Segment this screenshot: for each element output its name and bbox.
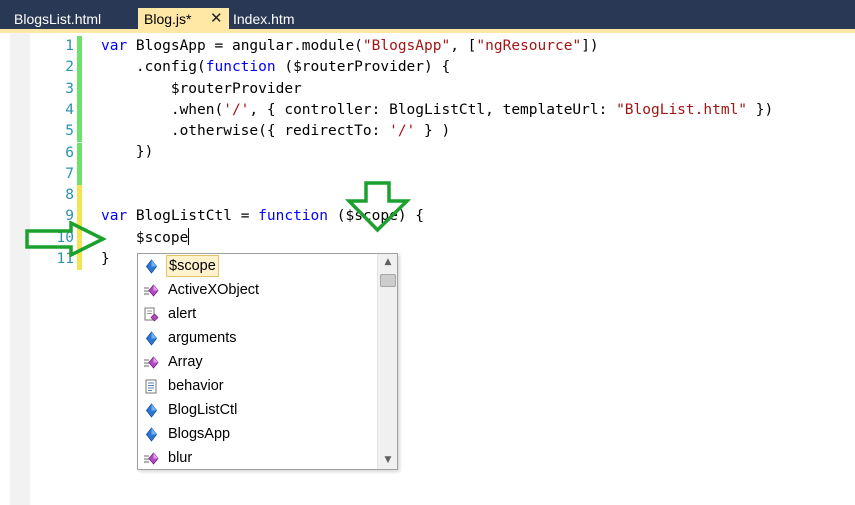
line-number: 3 <box>65 80 74 97</box>
completion-item[interactable]: arguments <box>138 326 378 350</box>
line-number: 8 <box>65 187 74 204</box>
scroll-down-icon[interactable]: ▼ <box>378 452 398 469</box>
tab-label: Index.htm <box>233 11 295 27</box>
string-token: '/' <box>223 101 250 118</box>
down-arrow-icon <box>345 181 411 233</box>
tab-blogslist-html[interactable]: BlogsList.html <box>8 8 107 30</box>
change-mark-saved <box>77 121 82 143</box>
property-icon <box>144 379 159 394</box>
scroll-up-icon[interactable]: ▲ <box>378 254 398 271</box>
code-editor[interactable]: 1 2 3 4 5 6 7 8 9 10 11 var BlogsApp = angular.mod… <box>0 33 855 505</box>
completion-item-label: alert <box>168 306 197 322</box>
change-mark-saved <box>77 57 82 79</box>
editor-margin <box>10 33 30 505</box>
line-number: 2 <box>65 59 74 76</box>
code-token: .otherwise({ redirectTo: <box>101 123 390 140</box>
string-token: "BlogsApp" <box>362 38 451 54</box>
code-area[interactable]: var BlogsApp = angular.module("BlogsApp"… <box>101 36 773 270</box>
change-mark-saved <box>77 163 82 186</box>
completion-item-label: BlogListCtl <box>168 402 238 418</box>
completion-item[interactable]: ActiveXObject <box>138 278 378 302</box>
code-token: ]) <box>581 38 599 54</box>
code-line: $scope <box>101 227 773 249</box>
string-token: "BlogList.html" <box>616 101 748 118</box>
code-token: } ) <box>415 123 451 140</box>
change-mark-saved <box>77 78 82 100</box>
method-icon <box>144 355 159 370</box>
completion-item-label: BlogsApp <box>168 426 231 442</box>
line-number: 6 <box>65 144 74 161</box>
completion-item[interactable]: $scope <box>138 254 378 278</box>
completion-item-label: $scope <box>166 255 219 277</box>
intellisense-completion-list[interactable]: $scope ActiveXObject alert arguments Array be… <box>137 253 398 470</box>
code-line: .when('/', { controller: BlogListCtl, te… <box>101 100 773 121</box>
completion-item-label: Array <box>168 354 203 370</box>
code-token: $routerProvider <box>101 80 302 97</box>
variable-icon <box>144 259 159 274</box>
code-line: }) <box>101 142 773 163</box>
string-token: "ngResource" <box>476 38 582 54</box>
code-token: }) <box>101 144 154 161</box>
line-number: 1 <box>65 38 74 54</box>
keyword-token: function <box>205 59 276 76</box>
code-token: $scope <box>101 229 189 246</box>
code-token: BlogListCtl = <box>127 208 259 225</box>
function-icon <box>144 307 159 322</box>
line-number: 7 <box>65 165 74 182</box>
right-arrow-icon <box>25 221 107 257</box>
keyword-token: var <box>101 38 128 54</box>
close-icon[interactable]: ✕ <box>210 8 223 30</box>
line-number: 4 <box>65 101 74 118</box>
completion-item[interactable]: blur <box>138 446 378 470</box>
completion-item[interactable]: behavior <box>138 374 378 398</box>
text-caret <box>188 227 190 245</box>
method-icon <box>144 451 159 466</box>
method-icon <box>144 283 159 298</box>
code-token: .when( <box>101 101 224 118</box>
code-line: var BlogListCtl = function ($scope) { <box>101 206 773 227</box>
code-line: var BlogsApp = angular.module("BlogsApp"… <box>101 36 773 57</box>
code-token: ($routerProvider) { <box>275 59 451 76</box>
completion-item-label: ActiveXObject <box>168 282 260 298</box>
document-tab-strip: BlogsList.html Blog.js* ✕ Index.htm <box>0 0 855 33</box>
code-line: .config(function ($routerProvider) { <box>101 57 773 78</box>
tab-label: BlogsList.html <box>14 11 102 27</box>
change-mark-saved <box>77 99 82 122</box>
string-token: '/' <box>389 123 416 140</box>
completion-item[interactable]: alert <box>138 302 378 326</box>
code-token: BlogsApp = angular.module( <box>127 38 363 54</box>
completion-item-label: behavior <box>168 378 224 394</box>
completion-item-label: arguments <box>168 330 237 346</box>
completion-item[interactable]: BlogsApp <box>138 422 378 446</box>
change-mark-saved <box>77 142 82 164</box>
code-line: $routerProvider <box>101 79 773 100</box>
completion-item[interactable]: Array <box>138 350 378 374</box>
completion-item[interactable]: BlogListCtl <box>138 398 378 422</box>
tab-label: Blog.js* <box>144 11 192 27</box>
code-token: }) <box>747 101 774 118</box>
tab-index-htm[interactable]: Index.htm <box>227 8 300 30</box>
completion-list-scrollbar[interactable]: ▲ ▼ <box>377 254 397 469</box>
variable-icon <box>144 403 159 418</box>
change-mark-saved <box>77 36 82 58</box>
code-token: , { controller: BlogListCtl, templateUrl… <box>249 101 617 118</box>
scroll-thumb[interactable] <box>380 274 396 287</box>
change-mark-unsaved <box>77 185 82 207</box>
keyword-token: function <box>258 208 328 225</box>
code-token: , [ <box>450 38 477 54</box>
completion-item-label: blur <box>168 450 193 466</box>
code-line: .otherwise({ redirectTo: '/' } ) <box>101 121 773 142</box>
code-token: .config( <box>101 59 206 76</box>
variable-icon <box>144 331 159 346</box>
line-number: 5 <box>65 123 74 140</box>
variable-icon <box>144 427 159 442</box>
